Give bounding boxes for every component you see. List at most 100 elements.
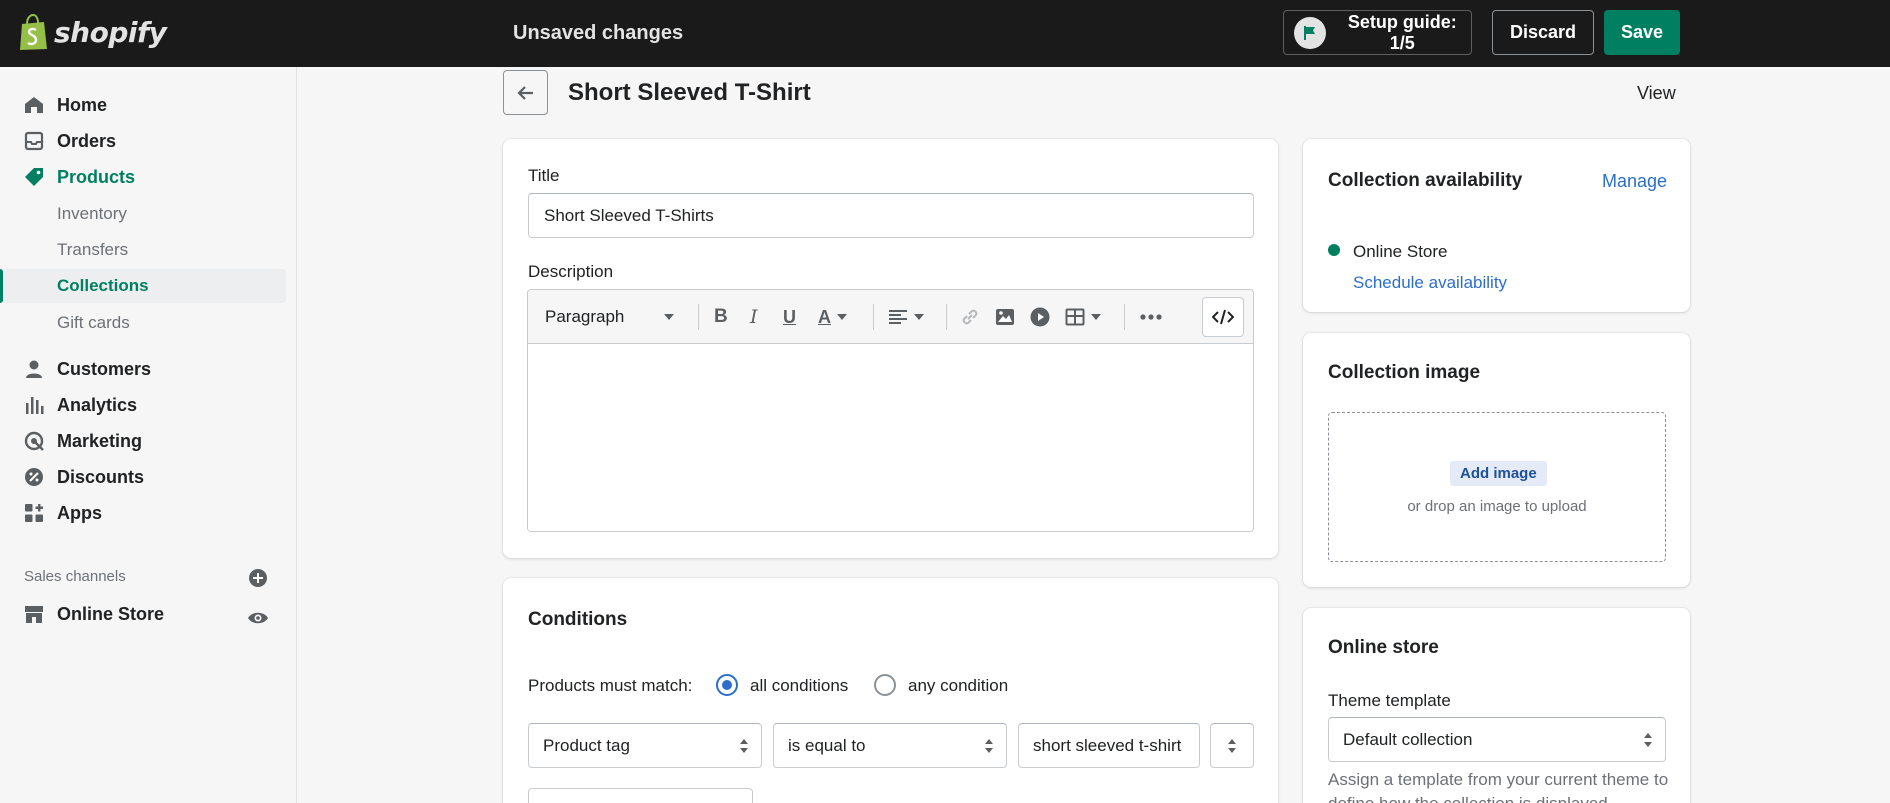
store-icon (23, 603, 45, 625)
channel-online-store: Online Store (1353, 242, 1448, 261)
sidebar-item-discounts[interactable]: Discounts (0, 460, 286, 494)
arrow-left-icon (516, 85, 533, 100)
link-icon[interactable] (960, 304, 980, 330)
collection-image-card: Collection image Add image or drop an im… (1303, 333, 1690, 587)
sidebar-item-label: Home (57, 94, 108, 115)
flag-icon (1294, 16, 1326, 49)
condition-value-text: short sleeved t-shirt (1033, 735, 1182, 755)
sidebar-item-label: Analytics (57, 394, 138, 415)
unsaved-changes-label: Unsaved changes (513, 22, 684, 44)
sidebar-item-apps[interactable]: Apps (0, 496, 286, 530)
any-condition-label: any condition (908, 676, 1009, 695)
editor-toolbar: Paragraph B I U A (528, 290, 1253, 344)
title-input[interactable]: Short Sleeved T-Shirts (528, 193, 1254, 238)
theme-template-select[interactable]: Default collection (1328, 717, 1666, 762)
sidebar-item-online-store[interactable]: Online Store (0, 597, 230, 631)
discount-icon (23, 466, 45, 488)
italic-icon[interactable]: I (750, 304, 758, 330)
sidebar-item-collections[interactable]: Collections (0, 269, 286, 303)
align-icon[interactable] (888, 304, 924, 330)
bold-icon[interactable]: B (714, 304, 728, 330)
shopify-bag-icon (20, 13, 47, 50)
sidebar-item-customers[interactable]: Customers (0, 352, 286, 386)
table-icon[interactable] (1065, 304, 1101, 330)
bar-chart-icon (23, 394, 45, 416)
condition-field-select[interactable]: Product tag (528, 723, 762, 768)
online-store-card: Online store Theme template Default coll… (1303, 608, 1690, 803)
add-image-button[interactable]: Add image (1450, 461, 1547, 486)
availability-heading: Collection availability (1328, 170, 1523, 191)
sidebar-item-label: Online Store (57, 603, 165, 624)
paragraph-format-select[interactable]: Paragraph (545, 304, 685, 330)
sidebar-item-inventory[interactable]: Inventory (0, 197, 286, 231)
any-condition-radio[interactable] (874, 674, 896, 696)
all-conditions-label: all conditions (750, 676, 849, 695)
select-arrows-icon (985, 738, 993, 753)
setup-guide-button[interactable]: Setup guide: 1/5 (1283, 10, 1472, 55)
sidebar: Home Orders Products Inventory Transfers… (0, 67, 297, 803)
caret-down-icon (664, 314, 674, 320)
conditions-card: Conditions Products must match: all cond… (503, 578, 1278, 803)
condition-value-stepper[interactable] (1210, 723, 1254, 768)
code-icon (1212, 309, 1234, 325)
sidebar-item-orders[interactable]: Orders (0, 124, 286, 158)
underline-icon[interactable]: U (783, 304, 796, 330)
conditions-heading: Conditions (528, 609, 628, 630)
sidebar-item-analytics[interactable]: Analytics (0, 388, 286, 422)
description-label: Description (528, 262, 614, 281)
person-icon (23, 358, 45, 380)
availability-card: Collection availability Manage Online St… (1303, 139, 1690, 312)
title-label: Title (528, 166, 560, 185)
drop-image-hint: or drop an image to upload (1407, 498, 1587, 515)
shopify-logo[interactable]: shopify (18, 13, 167, 51)
condition-operator-value: is equal to (788, 735, 866, 755)
code-view-button[interactable] (1202, 297, 1244, 337)
tag-icon (23, 166, 45, 188)
sidebar-item-gift-cards[interactable]: Gift cards (0, 306, 286, 340)
text-color-icon[interactable]: A (818, 304, 847, 330)
add-circle-icon[interactable] (248, 568, 268, 588)
sidebar-item-label: Discounts (57, 466, 145, 487)
sidebar-item-label: Products (57, 166, 136, 187)
all-conditions-radio[interactable] (716, 674, 738, 696)
back-button[interactable] (503, 70, 548, 115)
schedule-availability-link[interactable]: Schedule availability (1353, 273, 1507, 293)
theme-template-value: Default collection (1343, 729, 1473, 749)
collection-image-heading: Collection image (1328, 362, 1481, 383)
add-condition-button[interactable] (528, 788, 753, 803)
save-button[interactable]: Save (1604, 10, 1680, 55)
sidebar-item-label: Marketing (57, 430, 143, 451)
sidebar-item-transfers[interactable]: Transfers (0, 233, 286, 267)
online-store-heading: Online store (1328, 637, 1439, 658)
image-dropzone[interactable]: Add image or drop an image to upload (1328, 412, 1666, 562)
sidebar-item-label: Orders (57, 130, 117, 151)
target-icon (23, 430, 45, 452)
sidebar-item-label: Customers (57, 358, 152, 379)
editor-body[interactable] (528, 345, 1253, 531)
select-arrows-icon (740, 738, 748, 753)
sales-channels-label: Sales channels (24, 568, 126, 585)
eye-icon[interactable] (247, 607, 269, 629)
video-icon[interactable] (1030, 304, 1050, 330)
theme-template-label: Theme template (1328, 691, 1451, 710)
select-arrows-icon (1644, 732, 1652, 747)
view-link[interactable]: View (1637, 83, 1676, 104)
manage-link[interactable]: Manage (1602, 171, 1667, 192)
brand-name: shopify (54, 15, 167, 49)
image-icon[interactable] (995, 304, 1015, 330)
condition-operator-select[interactable]: is equal to (773, 723, 1007, 768)
theme-template-help: Assign a template from your current them… (1328, 770, 1669, 803)
status-dot (1328, 244, 1340, 256)
sidebar-item-home[interactable]: Home (0, 88, 286, 122)
discard-button[interactable]: Discard (1492, 10, 1594, 55)
orders-icon (23, 130, 45, 152)
sidebar-item-marketing[interactable]: Marketing (0, 424, 286, 458)
setup-guide-label: Setup guide: 1/5 (1347, 11, 1457, 53)
paragraph-format-label: Paragraph (545, 307, 625, 326)
more-options-icon[interactable] (1140, 304, 1162, 330)
select-arrows-icon (1228, 738, 1236, 753)
sidebar-item-products[interactable]: Products (0, 160, 286, 194)
apps-icon (23, 502, 45, 524)
top-bar: shopify Unsaved changes Setup guide: 1/5… (0, 0, 1890, 67)
condition-value-input[interactable]: short sleeved t-shirt (1018, 723, 1200, 768)
